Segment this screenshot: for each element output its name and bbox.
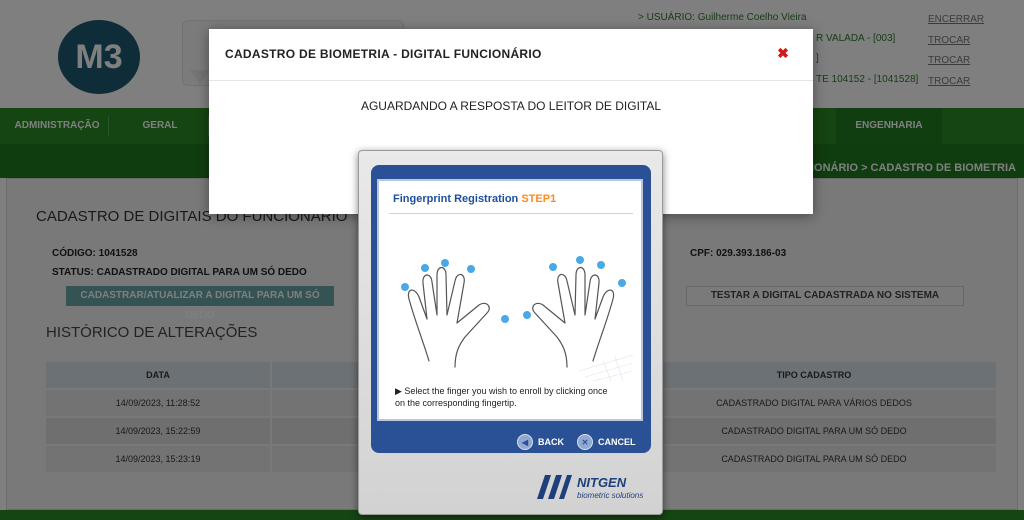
cancel-button[interactable]: ✕ CANCEL [577, 433, 636, 451]
fingertip-right-pinky [618, 279, 626, 287]
nitgen-logo: NITGEN biometric solutions [535, 467, 653, 505]
back-arrow-icon: ◀ [517, 434, 533, 450]
fingertip-right-middle [576, 256, 584, 264]
cancel-label: CANCEL [598, 437, 636, 447]
registration-title: Fingerprint Registration STEP1 [393, 193, 556, 205]
fingertip-left-index [467, 265, 475, 273]
hands-diagram [401, 256, 633, 381]
fingertip-markers [401, 256, 626, 323]
dialog-frame: Fingerprint Registration STEP1 ▶ Select … [371, 165, 651, 453]
nitgen-brand-sub: biometric solutions [577, 491, 644, 500]
modal-title: CADASTRO DE BIOMETRIA - DIGITAL FUNCIONÁ… [225, 47, 542, 61]
fingertip-left-middle [441, 259, 449, 267]
back-button[interactable]: ◀ BACK [517, 433, 564, 451]
fingerprint-registration-dialog: Fingerprint Registration STEP1 ▶ Select … [358, 150, 663, 515]
fingertip-left-ring [421, 264, 429, 272]
modal-header: CADASTRO DE BIOMETRIA - DIGITAL FUNCIONÁ… [209, 29, 813, 81]
fingertip-right-ring [597, 261, 605, 269]
fingertip-right-thumb [523, 311, 531, 319]
nitgen-logo-mark [537, 475, 572, 499]
bullet-icon: ▶ [395, 386, 405, 396]
close-icon[interactable]: ✖ [775, 45, 791, 61]
registration-instructions: ▶ Select the finger you wish to enroll b… [395, 386, 608, 408]
step-label: STEP1 [521, 193, 557, 205]
back-label: BACK [538, 437, 564, 447]
fingertip-right-index [549, 263, 557, 271]
registration-panel: Fingerprint Registration STEP1 ▶ Select … [377, 179, 643, 421]
fingertip-left-pinky [401, 283, 409, 291]
nitgen-brand: NITGEN [577, 475, 627, 490]
fingertip-left-thumb [501, 315, 509, 323]
modal-message: AGUARDANDO A RESPOSTA DO LEITOR DE DIGIT… [360, 99, 662, 113]
cancel-x-icon: ✕ [577, 434, 593, 450]
title-divider [389, 213, 633, 214]
registration-title-text: Fingerprint Registration [393, 193, 519, 205]
